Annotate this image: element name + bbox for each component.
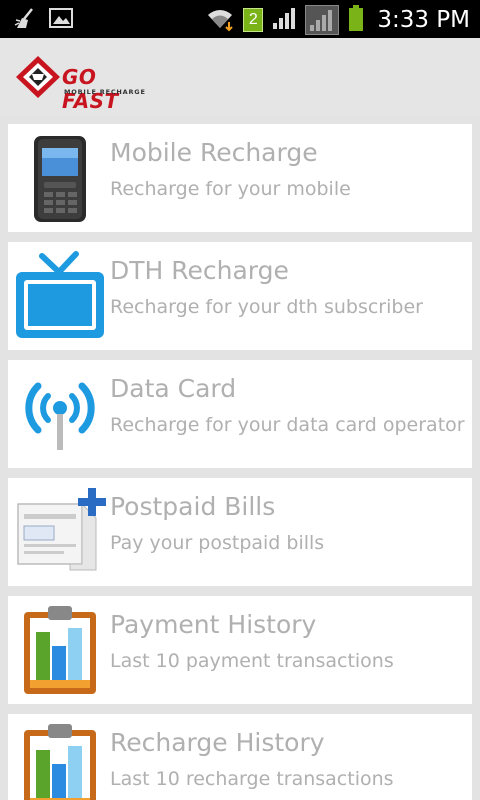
signal-roaming-icon (305, 5, 340, 35)
menu-item-title: Recharge History (110, 728, 325, 757)
menu-item-postpaid-bills[interactable]: Postpaid Bills Pay your postpaid bills (8, 478, 472, 586)
menu-item-title: Postpaid Bills (110, 492, 276, 521)
app-logo: GO FAST MOBILE RECHARGE (14, 52, 154, 113)
menu-item-payment-history[interactable]: Payment History Last 10 payment transact… (8, 596, 472, 704)
logo-mark-icon (16, 56, 60, 98)
mobile-phone-icon (12, 130, 108, 226)
menu-item-title: Payment History (110, 610, 317, 639)
logo-subtitle: MOBILE RECHARGE (64, 88, 146, 96)
tv-icon (12, 248, 108, 344)
menu-item-subtitle: Recharge for your data card operator (110, 414, 465, 436)
bill-icon (12, 484, 108, 580)
menu-item-title: DTH Recharge (110, 256, 289, 285)
clipboard-chart-icon (12, 720, 108, 800)
status-bar: 2 3:33 PM (0, 0, 480, 38)
menu-item-subtitle: Pay your postpaid bills (110, 532, 325, 554)
clipboard-chart-icon (12, 602, 108, 698)
gallery-icon (48, 7, 74, 33)
menu-item-subtitle: Last 10 recharge transactions (110, 768, 394, 790)
menu-item-title: Mobile Recharge (110, 138, 318, 167)
menu-item-recharge-history[interactable]: Recharge History Last 10 recharge transa… (8, 714, 472, 800)
wireless-signal-icon (12, 366, 108, 462)
sim-icon: 2 (243, 8, 264, 32)
battery-icon (347, 4, 365, 36)
menu-item-subtitle: Recharge for your dth subscriber (110, 296, 423, 318)
menu-item-dth-recharge[interactable]: DTH Recharge Recharge for your dth subsc… (8, 242, 472, 350)
menu-item-mobile-recharge[interactable]: Mobile Recharge Recharge for your mobile (8, 124, 472, 232)
signal-icon (271, 5, 297, 35)
wifi-icon (205, 4, 235, 36)
menu-item-subtitle: Last 10 payment transactions (110, 650, 394, 672)
menu-item-title: Data Card (110, 374, 237, 403)
broom-icon (14, 6, 36, 34)
menu-item-data-card[interactable]: Data Card Recharge for your data card op… (8, 360, 472, 468)
clock: 3:33 PM (377, 7, 470, 33)
menu-item-subtitle: Recharge for your mobile (110, 178, 351, 200)
app-header: GO FAST MOBILE RECHARGE (0, 38, 480, 116)
